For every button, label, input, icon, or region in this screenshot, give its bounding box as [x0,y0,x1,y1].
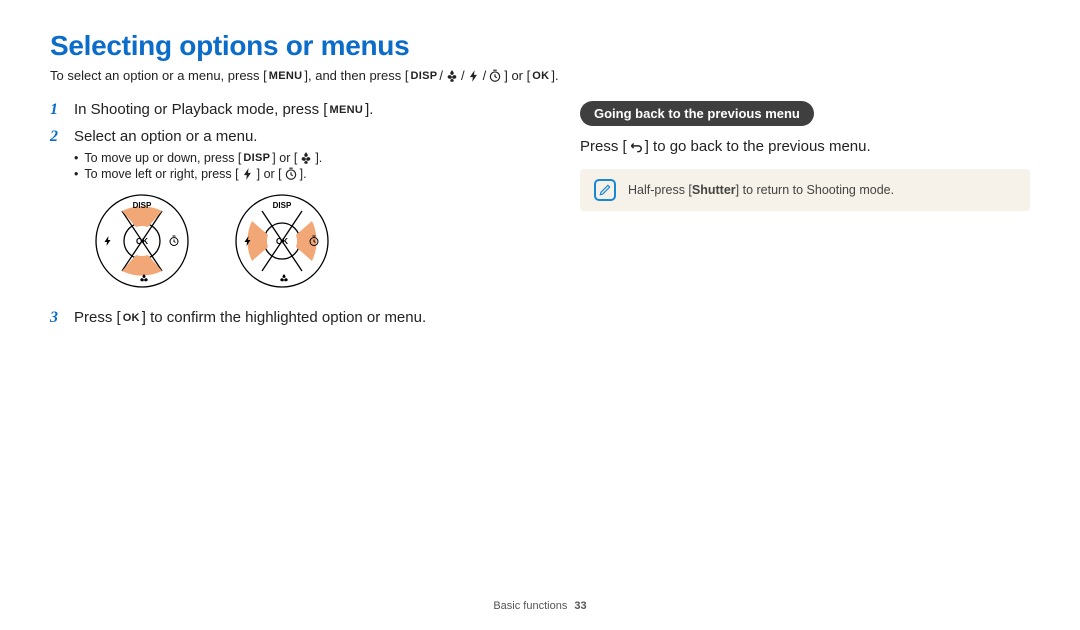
svg-text:DISP: DISP [133,201,152,210]
s2s2a: To move left or right, press [ [84,167,238,181]
step-3-num: 3 [50,309,58,327]
step-2-sub-1: To move up or down, press [ DISP ] or [ … [74,151,520,165]
page-title: Selecting options or menus [50,30,1030,62]
step-2: 2 Select an option or a menu. To move up… [50,128,520,291]
timer-icon [488,69,502,83]
disp-label-icon: DISP [243,152,270,164]
timer-icon [284,167,298,181]
intro-b: ], and then press [ [304,68,408,83]
slash2: / [461,68,465,83]
page-footer: Basic functions 33 [0,600,1080,612]
s2s1b: ] or [ [272,151,297,165]
menu-label-icon: MENU [329,104,363,116]
step-3-b: ] to confirm the highlighted option or m… [142,309,426,326]
flash-icon [241,167,255,181]
dial-illustrations: DISP OK [92,191,520,291]
step-1-a: In Shooting or Playback mode, press [ [74,101,327,118]
svg-text:DISP: DISP [273,201,292,210]
menu-label-icon: MENU [269,70,303,82]
intro-d: ]. [551,68,558,83]
tip-a: Half-press [ [628,183,692,197]
tip-b: ] to return to Shooting mode. [736,183,894,197]
macro-flower-icon [299,151,313,165]
step-1: 1 In Shooting or Playback mode, press [ … [50,101,520,118]
back-a: Press [ [580,138,627,155]
ok-label-icon: OK [123,312,140,324]
step-3-a: Press [ [74,309,121,326]
s2s1c: ]. [315,151,322,165]
step-1-num: 1 [50,101,58,119]
step-1-b: ]. [365,101,373,118]
svg-text:OK: OK [136,237,148,246]
s2s1a: To move up or down, press [ [84,151,241,165]
back-heading: Going back to the previous menu [580,101,814,126]
step-2-num: 2 [50,128,58,146]
dial-vertical: DISP OK [92,191,192,291]
back-b: ] to go back to the previous menu. [645,138,871,155]
step-2-sub-2: To move left or right, press [ ] or [ ]. [74,167,520,181]
s2s2b: ] or [ [257,167,282,181]
intro-c: ] or [ [504,68,530,83]
note-icon [594,179,616,201]
disp-label-icon: DISP [410,70,437,82]
step-3: 3 Press [ OK ] to confirm the highlighte… [50,309,520,326]
slash3: / [483,68,487,83]
s2s2c: ]. [300,167,307,181]
intro-text: To select an option or a menu, press [ M… [50,68,1030,83]
footer-section: Basic functions [493,600,567,612]
macro-flower-icon [445,69,459,83]
tip-box: Half-press [Shutter] to return to Shooti… [580,169,1030,211]
dial-horizontal: DISP OK [232,191,332,291]
step-2-text: Select an option or a menu. [74,128,257,145]
back-instruction: Press [ ] to go back to the previous men… [580,138,1030,155]
intro-a: To select an option or a menu, press [ [50,68,267,83]
back-return-icon [629,140,643,154]
slash1: / [439,68,443,83]
ok-label-icon: OK [532,70,549,82]
tip-bold: Shutter [692,183,736,197]
flash-icon [467,69,481,83]
tip-text: Half-press [Shutter] to return to Shooti… [628,183,894,197]
svg-text:OK: OK [276,237,288,246]
footer-page: 33 [574,600,586,612]
